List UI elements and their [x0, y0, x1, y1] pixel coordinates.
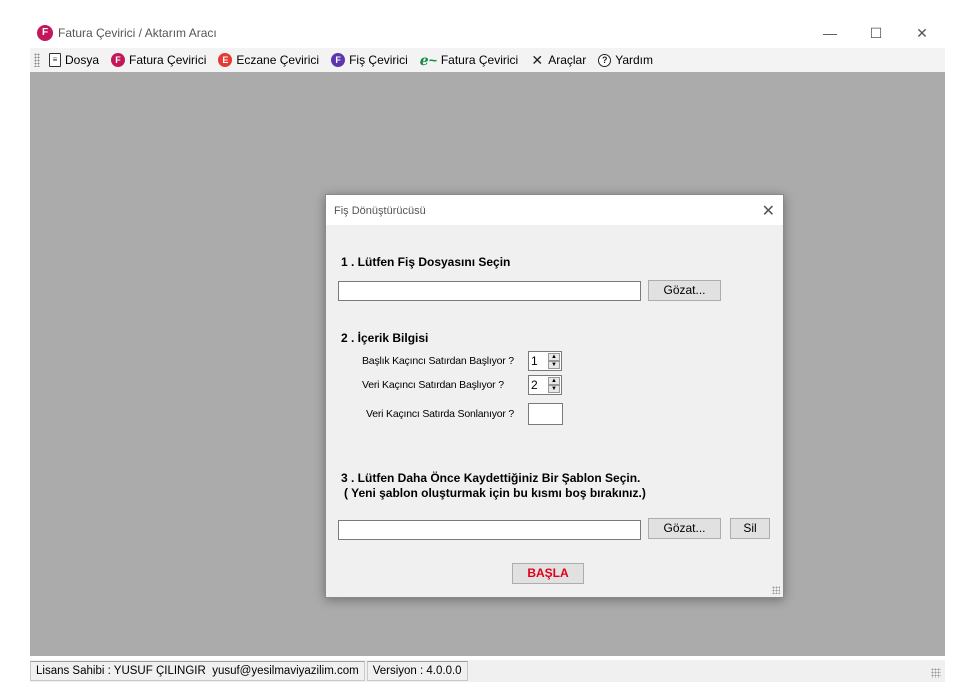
window-resize-grip[interactable] — [931, 668, 941, 678]
data-end-input[interactable] — [528, 403, 563, 425]
dialog-close-button[interactable]: ✕ — [762, 201, 775, 221]
spinner-up-icon[interactable]: ▲ — [548, 353, 560, 361]
menu-grip — [34, 53, 40, 67]
menu-label: Fatura Çevirici — [129, 53, 207, 67]
menu-label: Yardım — [615, 53, 654, 67]
dialog-title: Fiş Dönüştürücüsü — [334, 205, 426, 217]
menu-label: Fatura Çevirici — [440, 53, 519, 67]
status-license-cell: Lisans Sahibi : YUSUF ÇILINGIR yusuf@yes… — [30, 661, 365, 681]
document-icon: ≡ — [49, 53, 61, 67]
eczane-e-icon: E — [218, 53, 233, 67]
delete-template-button[interactable]: Sil — [730, 518, 770, 539]
window-titlebar: F Fatura Çevirici / Aktarım Aracı — ☐ ✕ — [0, 0, 975, 44]
window-title: Fatura Çevirici / Aktarım Aracı — [58, 26, 217, 40]
menu-yardim[interactable]: ? Yardım — [593, 48, 660, 72]
section3-note: ( Yeni şablon oluşturmak için bu kısmı b… — [344, 486, 646, 500]
menu-label: Fiş Çevirici — [349, 53, 408, 67]
start-button[interactable]: BAŞLA — [512, 563, 584, 584]
fatura-f-icon: F — [111, 53, 126, 67]
menu-label: Eczane Çevirici — [236, 53, 320, 67]
spinner-value: 1 — [531, 354, 538, 368]
section3-heading: 3 . Lütfen Daha Önce Kaydettiğiniz Bir Ş… — [341, 471, 641, 485]
maximize-button[interactable]: ☐ — [866, 24, 886, 42]
menu-fis-cevirici[interactable]: F Fiş Çevirici — [326, 48, 415, 72]
dialog-titlebar: Fiş Dönüştürücüsü ✕ — [326, 195, 783, 225]
menu-araclar[interactable]: ✕ Araçlar — [525, 48, 593, 72]
tools-icon: ✕ — [531, 52, 544, 68]
license-owner: Lisans Sahibi : YUSUF ÇILINGIR — [36, 665, 206, 677]
fis-converter-dialog: Fiş Dönüştürücüsü ✕ 1 . Lütfen Fiş Dosya… — [325, 194, 784, 598]
data-start-label: Veri Kaçıncı Satırdan Başlıyor ? — [362, 379, 504, 391]
status-version: Versiyon : 4.0.0.0 — [366, 661, 468, 681]
menu-e-fatura-cevirici[interactable]: ℯ~ Fatura Çevirici — [415, 48, 525, 72]
dialog-resize-grip[interactable] — [772, 586, 780, 594]
template-file-path-input[interactable] — [338, 520, 641, 540]
fis-f-icon: F — [331, 53, 346, 67]
spinner-down-icon[interactable]: ▼ — [548, 361, 560, 369]
status-bar: Lisans Sahibi : YUSUF ÇILINGIR yusuf@yes… — [30, 660, 945, 682]
data-start-spinner[interactable]: 2 ▲ ▼ — [528, 375, 562, 395]
header-start-spinner[interactable]: 1 ▲ ▼ — [528, 351, 562, 371]
menu-bar: ≡ Dosya F Fatura Çevirici E Eczane Çevir… — [30, 48, 945, 72]
menu-label: Dosya — [65, 53, 100, 67]
browse-fis-button[interactable]: Gözat... — [648, 280, 721, 301]
spinner-up-icon[interactable]: ▲ — [548, 377, 560, 385]
help-icon: ? — [598, 53, 612, 67]
section1-heading: 1 . Lütfen Fiş Dosyasını Seçin — [341, 255, 511, 269]
close-window-button[interactable]: ✕ — [912, 24, 932, 42]
menu-label: Araçlar — [548, 53, 587, 67]
header-start-label: Başlık Kaçıncı Satırdan Başlıyor ? — [362, 355, 514, 367]
browse-template-button[interactable]: Gözat... — [648, 518, 721, 539]
data-end-label: Veri Kaçıncı Satırda Sonlanıyor ? — [366, 408, 515, 420]
menu-dosya[interactable]: ≡ Dosya — [44, 48, 106, 72]
app-logo-icon: F — [37, 25, 53, 41]
minimize-button[interactable]: — — [820, 24, 840, 42]
menu-fatura-cevirici[interactable]: F Fatura Çevirici — [106, 48, 213, 72]
section2-heading: 2 . İçerik Bilgisi — [341, 331, 429, 345]
e-fatura-icon: ℯ~ — [419, 52, 437, 68]
license-email: yusuf@yesilmaviyazilim.com — [212, 665, 359, 677]
spinner-value: 2 — [531, 378, 538, 392]
spinner-down-icon[interactable]: ▼ — [548, 385, 560, 393]
fis-file-path-input[interactable] — [338, 281, 641, 301]
menu-eczane-cevirici[interactable]: E Eczane Çevirici — [213, 48, 326, 72]
